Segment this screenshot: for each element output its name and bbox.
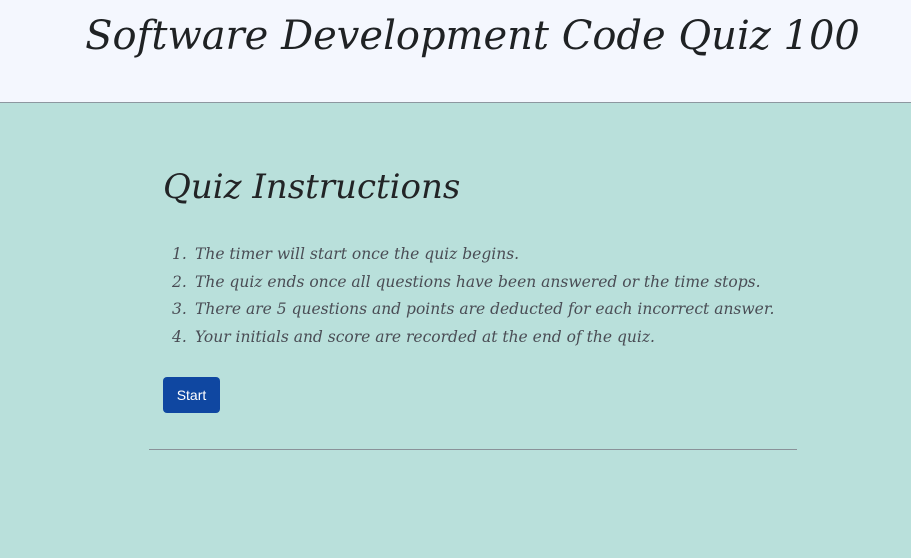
instruction-text: Your initials and score are recorded at … [195, 327, 655, 346]
instruction-item: 3. There are 5 questions and points are … [172, 296, 774, 324]
instruction-item: 4. Your initials and score are recorded … [172, 324, 774, 352]
page-header: Software Development Code Quiz 100 [0, 0, 911, 103]
start-button[interactable]: Start [163, 377, 220, 413]
instruction-list: 1. The timer will start once the quiz be… [172, 241, 774, 351]
instruction-text: There are 5 questions and points are ded… [195, 300, 775, 319]
instruction-item: 1. The timer will start once the quiz be… [172, 241, 774, 269]
instruction-number: 3. [172, 300, 187, 319]
section-divider [149, 449, 797, 450]
instruction-item: 2. The quiz ends once all questions have… [172, 269, 774, 297]
instruction-text: The quiz ends once all questions have be… [195, 272, 761, 291]
instruction-text: The timer will start once the quiz begin… [195, 245, 520, 263]
instructions-heading: Quiz Instructions [163, 167, 461, 207]
main-content: Quiz Instructions 1. The timer will star… [0, 103, 911, 558]
instruction-number: 2. [172, 272, 187, 291]
site-title: Software Development Code Quiz 100 [85, 13, 860, 59]
instruction-number: 1. [172, 245, 187, 263]
instruction-number: 4. [172, 327, 187, 346]
